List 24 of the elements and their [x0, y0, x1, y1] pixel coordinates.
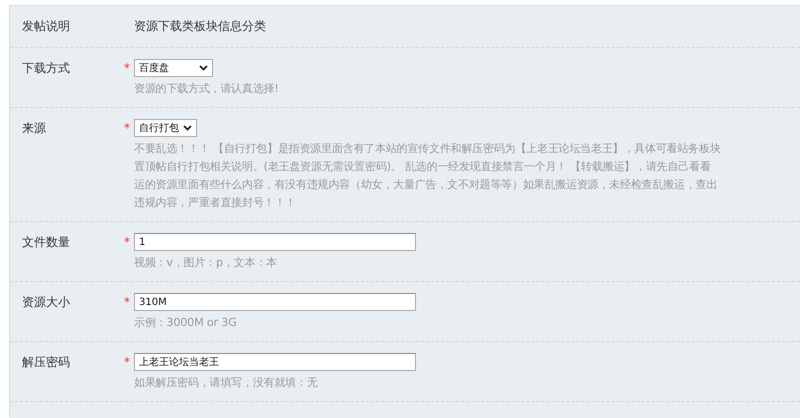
required-mark: * — [124, 296, 131, 308]
field-hint: 如果解压密码，请填写，没有就填：无 — [134, 375, 319, 391]
field-hint: 资源的下载方式，请认真选择! — [134, 81, 280, 97]
dropdown[interactable]: 百度盘 — [134, 59, 213, 77]
input-field[interactable]: 上老王论坛当老王 — [134, 353, 416, 371]
field-hint: 不要乱选！！！ 【自行打包】是指资源里面含有了本站的宣传文件和解压密码为【上老王论坛当老王】，具体可看站务板块 置顶帖自行打包相关说明。(老王盘资源无需设置密码)。 乱选的一经发现直接禁言一个月！ 【转载搬运】，请先自己看看 运的资源里面有些什么内容，有没有违规内容（幼女，大量广告，文不对题等等）如果乱搬运资源，未经检查乱搬运，查出 违规内容，严重者直接封号！！！ — [134, 141, 722, 211]
field-label: 来源 — [22, 120, 47, 137]
chevron-icon — [199, 65, 208, 71]
input-field[interactable]: 1 — [134, 233, 416, 251]
dropdown[interactable]: 自行打包 — [134, 119, 197, 137]
chevron-icon — [183, 125, 192, 131]
field-label: 解压密码 — [22, 354, 71, 371]
field-hint: 视频：v，图片：p，文本：本 — [134, 255, 278, 271]
required-mark: * — [124, 236, 131, 248]
field-hint: 示例：3000M or 3G — [134, 315, 238, 331]
required-mark: * — [124, 62, 131, 74]
required-mark: * — [124, 122, 131, 134]
field-label: 资源大小 — [22, 294, 71, 311]
field-label: 发帖说明 — [22, 18, 71, 35]
required-mark: * — [124, 356, 131, 368]
input-field[interactable]: 310M — [134, 293, 416, 311]
field-label: 下载方式 — [22, 60, 71, 77]
field-value: 资源下载类板块信息分类 — [134, 18, 267, 35]
field-label: 文件数量 — [22, 234, 71, 251]
